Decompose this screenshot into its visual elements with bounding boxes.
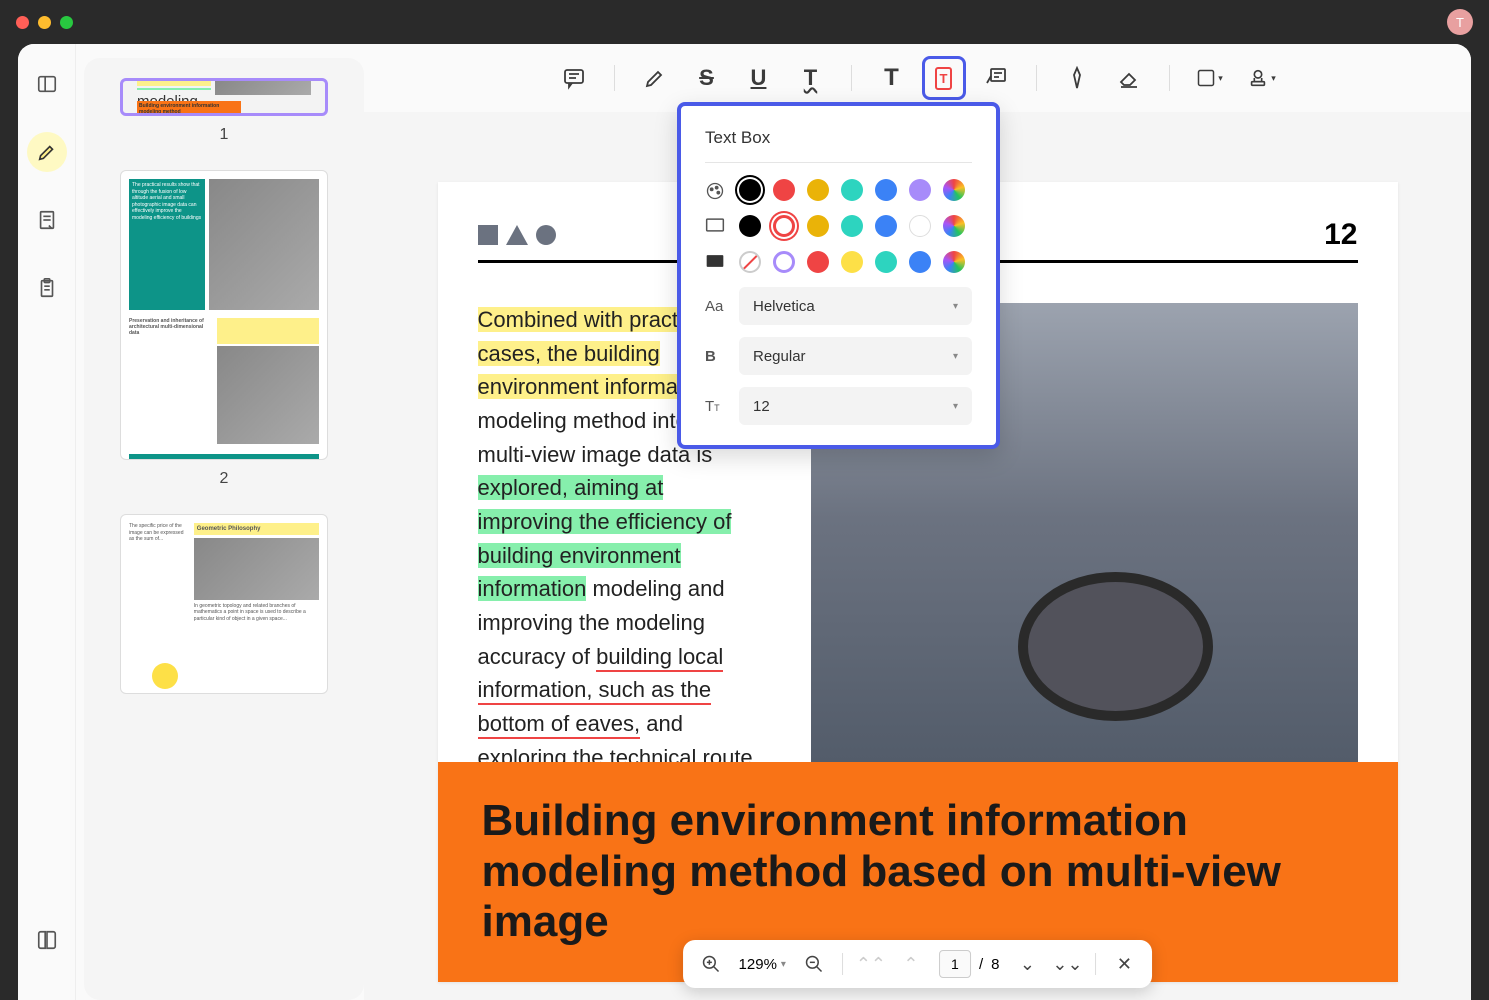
color-swatch-teal[interactable] <box>875 251 897 273</box>
font-size-icon: TT <box>705 398 725 415</box>
color-swatch-yellow[interactable] <box>807 179 829 201</box>
font-weight-icon: B <box>705 348 725 365</box>
font-family-icon: Aa <box>705 298 725 315</box>
color-swatch-red[interactable] <box>807 251 829 273</box>
page-thumbnail[interactable]: The practical results show that through … <box>120 170 328 460</box>
thumbnail-panel: modeling and improving the modeling accu… <box>84 58 364 1000</box>
last-page-button[interactable]: ⌄⌄ <box>1049 946 1085 982</box>
user-avatar[interactable]: T <box>1447 9 1473 35</box>
page-thumbnail[interactable]: The specific price of the image can be e… <box>120 514 328 694</box>
traffic-lights <box>16 16 73 29</box>
color-swatch-teal[interactable] <box>841 179 863 201</box>
fill-color-swatches <box>739 251 965 273</box>
color-swatch-blue[interactable] <box>875 215 897 237</box>
popup-title: Text Box <box>705 128 972 163</box>
underline-tool-button[interactable]: U <box>737 56 781 100</box>
reader-view-button[interactable] <box>27 920 67 960</box>
font-size-select[interactable]: 12▾ <box>739 387 972 425</box>
next-page-button[interactable]: ⌄ <box>1009 946 1045 982</box>
color-swatch-black[interactable] <box>739 179 761 201</box>
border-color-icon <box>705 217 725 235</box>
fill-color-icon <box>705 253 725 271</box>
callout-tool-button[interactable] <box>974 56 1018 100</box>
page-number: 12 <box>1324 218 1357 252</box>
color-swatch-yellow[interactable] <box>807 215 829 237</box>
maximize-window-icon[interactable] <box>60 16 73 29</box>
comment-tool-button[interactable] <box>552 56 596 100</box>
shapes-tool-button[interactable]: ▾ <box>1188 56 1232 100</box>
page-input[interactable] <box>939 950 971 978</box>
page-indicator: / 8 <box>933 950 1006 978</box>
color-swatch-blue[interactable] <box>909 251 931 273</box>
eraser-tool-button[interactable] <box>1107 56 1151 100</box>
textbox-tool-button[interactable]: T <box>922 56 966 100</box>
notes-tool-button[interactable] <box>27 200 67 240</box>
close-zoombar-button[interactable]: ✕ <box>1106 946 1142 982</box>
color-swatch-purple[interactable] <box>773 251 795 273</box>
thumbnail-number: 1 <box>120 126 328 144</box>
squiggly-tool-button[interactable]: T <box>789 56 833 100</box>
text-tool-button[interactable]: T <box>870 56 914 100</box>
left-rail <box>18 44 76 1000</box>
zoom-level-dropdown[interactable]: 129%▾ <box>733 956 792 973</box>
minimize-window-icon[interactable] <box>38 16 51 29</box>
strikethrough-tool-button[interactable]: S <box>685 56 729 100</box>
color-picker-button[interactable] <box>943 215 965 237</box>
color-swatch-yellow[interactable] <box>841 251 863 273</box>
page-thumbnail[interactable]: modeling and improving the modeling accu… <box>120 78 328 116</box>
thumbnail-number: 2 <box>120 470 328 488</box>
text-color-icon <box>705 181 725 199</box>
pen-tool-button[interactable] <box>1055 56 1099 100</box>
color-swatch-none[interactable] <box>739 251 761 273</box>
first-page-button[interactable]: ⌃⌃ <box>853 946 889 982</box>
color-swatch-red[interactable] <box>773 179 795 201</box>
color-swatch-red[interactable] <box>773 215 795 237</box>
text-color-swatches <box>739 179 965 201</box>
highlight-tool-button[interactable] <box>633 56 677 100</box>
color-swatch-teal[interactable] <box>841 215 863 237</box>
prev-page-button[interactable]: ⌃ <box>893 946 929 982</box>
border-color-swatches <box>739 215 965 237</box>
zoom-controls: 129%▾ ⌃⌃ ⌃ / 8 ⌄ ⌄⌄ ✕ <box>683 940 1153 988</box>
color-swatch-white[interactable] <box>909 215 931 237</box>
textbox-properties-popup: Text Box <box>677 102 1000 449</box>
highlighter-tool-button[interactable] <box>27 132 67 172</box>
font-family-select[interactable]: Helvetica▾ <box>739 287 972 325</box>
page-decor-shapes <box>478 225 556 245</box>
zoom-in-button[interactable] <box>693 946 729 982</box>
color-picker-button[interactable] <box>943 251 965 273</box>
panel-toggle-button[interactable] <box>27 64 67 104</box>
close-window-icon[interactable] <box>16 16 29 29</box>
color-swatch-blue[interactable] <box>875 179 897 201</box>
color-swatch-purple[interactable] <box>909 179 931 201</box>
font-weight-select[interactable]: Regular▾ <box>739 337 972 375</box>
window-titlebar: T <box>0 0 1489 44</box>
clipboard-tool-button[interactable] <box>27 268 67 308</box>
zoom-out-button[interactable] <box>796 946 832 982</box>
color-swatch-black[interactable] <box>739 215 761 237</box>
color-picker-button[interactable] <box>943 179 965 201</box>
stamp-tool-button[interactable]: ▾ <box>1240 56 1284 100</box>
